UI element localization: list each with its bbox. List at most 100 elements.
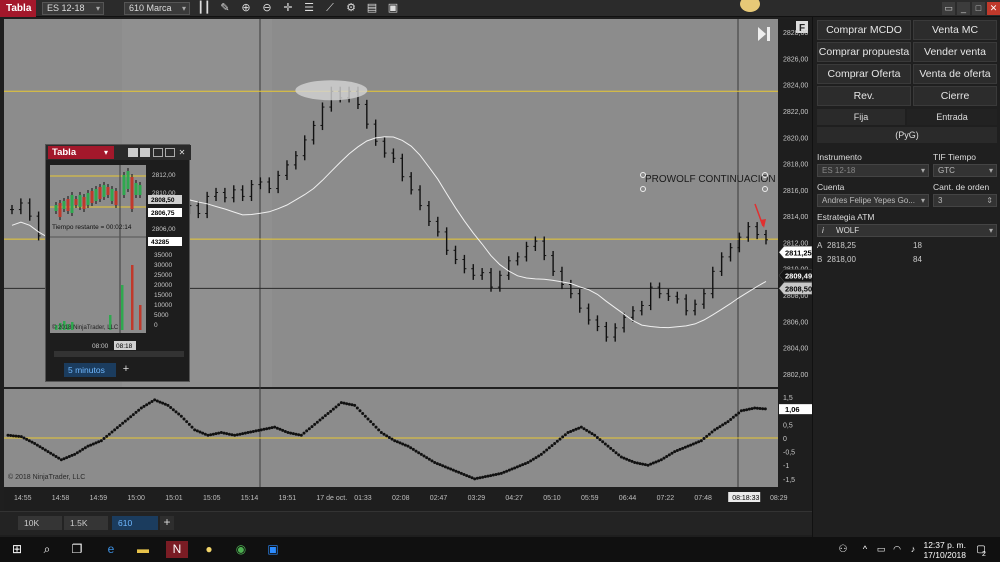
oscillator-point [41,446,45,450]
strategies-icon[interactable]: ⚙ [344,1,358,15]
tab-10k[interactable]: 10K [18,516,62,530]
oscillator-point [398,441,402,445]
oscillator-point [726,420,730,424]
sticky-app-icon[interactable]: ● [200,541,218,558]
maximize-icon[interactable] [165,148,175,157]
oscillator-tick-label: 0 [783,436,787,443]
tif-select[interactable]: GTC ▾ [933,164,997,177]
oscillator-point [627,458,631,462]
time-tick-label: 08:18:33 [732,495,759,502]
oscillator-point [475,476,479,480]
oscillator-point [206,433,210,437]
oscillator-point [363,414,367,418]
sell-market-button[interactable]: Venta MC [913,20,997,40]
window-menu-icon[interactable]: ▭ [942,1,955,15]
notification-center-icon[interactable]: ▢ [972,541,990,558]
edge-browser-icon[interactable]: e [102,541,120,558]
oscillator-point [251,429,255,433]
add-tab-icon[interactable]: + [119,363,133,377]
spinner-icon[interactable]: ⇕ [986,195,993,206]
tab-entry[interactable]: Entrada [907,109,997,125]
oscillator-point [126,417,130,421]
close-icon[interactable]: ✕ [177,148,187,157]
floating-chart-tab[interactable]: Tabla ▾ [48,146,114,159]
bar-type-value: 610 Marca [129,2,172,13]
chart-tab[interactable]: Tabla [0,0,36,17]
oscillator-point [353,403,357,407]
oscillator-point [715,426,719,430]
oscillator-point [195,429,199,433]
oscillator-point [115,426,119,430]
chart-trader-icon[interactable]: ▤ [365,1,379,15]
tab-1-5k[interactable]: 1.5K [64,516,108,530]
volume-icon[interactable]: ♪ [904,541,922,558]
indicators-icon[interactable]: ⟋ [323,1,337,15]
buy-ask-button[interactable]: Comprar Oferta [817,64,911,84]
oscillator-tick-label: -1 [783,463,789,470]
oscillator-point [150,400,154,404]
quantity-stepper[interactable]: 3 ⇕ [933,194,997,207]
zoom-out-icon[interactable]: ⊖ [260,1,274,15]
bar-style-icon[interactable]: ┃┃ [197,1,211,15]
reverse-button[interactable]: Rev. [817,86,911,106]
oscillator-point [723,421,727,425]
oscillator-point [419,452,423,456]
oscillator-point [62,457,66,461]
zoom-app-icon[interactable]: ▣ [264,541,282,558]
screenshot-icon[interactable]: ▣ [386,1,400,15]
task-view-icon[interactable]: ❐ [68,541,86,558]
floating-volume-bar [139,305,142,330]
bar-type-selector[interactable]: 610 Marca ▾ [124,1,190,15]
minimize-icon[interactable]: _ [957,1,970,15]
oscillator-point [763,407,767,411]
properties-icon[interactable]: ☰ [302,1,316,15]
atm-strategy-select[interactable]: i WOLF ▾ [817,224,997,237]
close-icon[interactable]: ✕ [987,1,1000,15]
add-tab-icon[interactable]: + [160,516,174,530]
ninjatrader-app-icon[interactable]: N [166,541,188,558]
sell-ask-button[interactable]: Venta de oferta [913,64,997,84]
system-clock[interactable]: 12:37 p. m. 17/10/2018 [923,540,966,560]
oscillator-point [182,417,186,421]
level-b-label: B [817,255,823,264]
oscillator-point [657,459,661,463]
oscillator-point [203,432,207,436]
tile-icon[interactable] [140,148,150,157]
quantity-label: Cant. de orden [933,182,990,192]
instrument-selector[interactable]: ES 12-18 ▾ [42,1,104,15]
buy-market-button[interactable]: Comprar MCDO [817,20,911,40]
search-icon[interactable]: ⌕ [38,541,56,558]
people-icon[interactable]: ⚇ [834,541,852,558]
floating-candle-body [98,187,102,199]
oscillator-point [222,431,226,435]
oscillator-point [166,403,170,407]
oscillator-point [193,428,197,432]
tab-610[interactable]: 610 [112,516,158,530]
file-explorer-icon[interactable]: ▬ [134,541,152,558]
oscillator-point [211,432,215,436]
floating-candle-body [134,183,138,195]
tab-fixed[interactable]: Fija [817,109,905,125]
pencil-icon[interactable]: ✎ [218,1,232,15]
close-position-button[interactable]: Cierre [913,86,997,106]
maximize-icon[interactable]: □ [972,1,985,15]
floating-minute-chart[interactable]: Tiempo restante = 00:02:14 © 2018 NinjaTr… [50,165,187,361]
time-tick-label: 07:48 [694,495,712,502]
floating-chart-window[interactable]: Tabla ▾ ✕ Tiempo restante = 00:02:14 © 20… [45,144,191,382]
tab-5-minutes[interactable]: 5 minutos [64,363,116,377]
minimize-icon[interactable] [153,148,163,157]
info-icon[interactable]: i [822,226,824,235]
oscillator-point [694,441,698,445]
oscillator-point [499,471,503,475]
oscillator-point [697,440,701,444]
chrome-browser-icon[interactable]: ◉ [232,541,250,558]
window-menu-icon[interactable] [128,148,138,157]
oscillator-point [249,430,253,434]
floating-window-titlebar[interactable]: Tabla ▾ ✕ [46,145,191,160]
zoom-in-icon[interactable]: ⊕ [239,1,253,15]
crosshair-icon[interactable]: ✛ [281,1,295,15]
account-select[interactable]: Andres Felipe Yepes Go... ▾ [817,194,929,207]
sell-bid-button[interactable]: Vender venta [913,42,997,62]
buy-bid-button[interactable]: Comprar propuesta [817,42,911,62]
windows-start-icon[interactable]: ⊞ [8,541,26,558]
